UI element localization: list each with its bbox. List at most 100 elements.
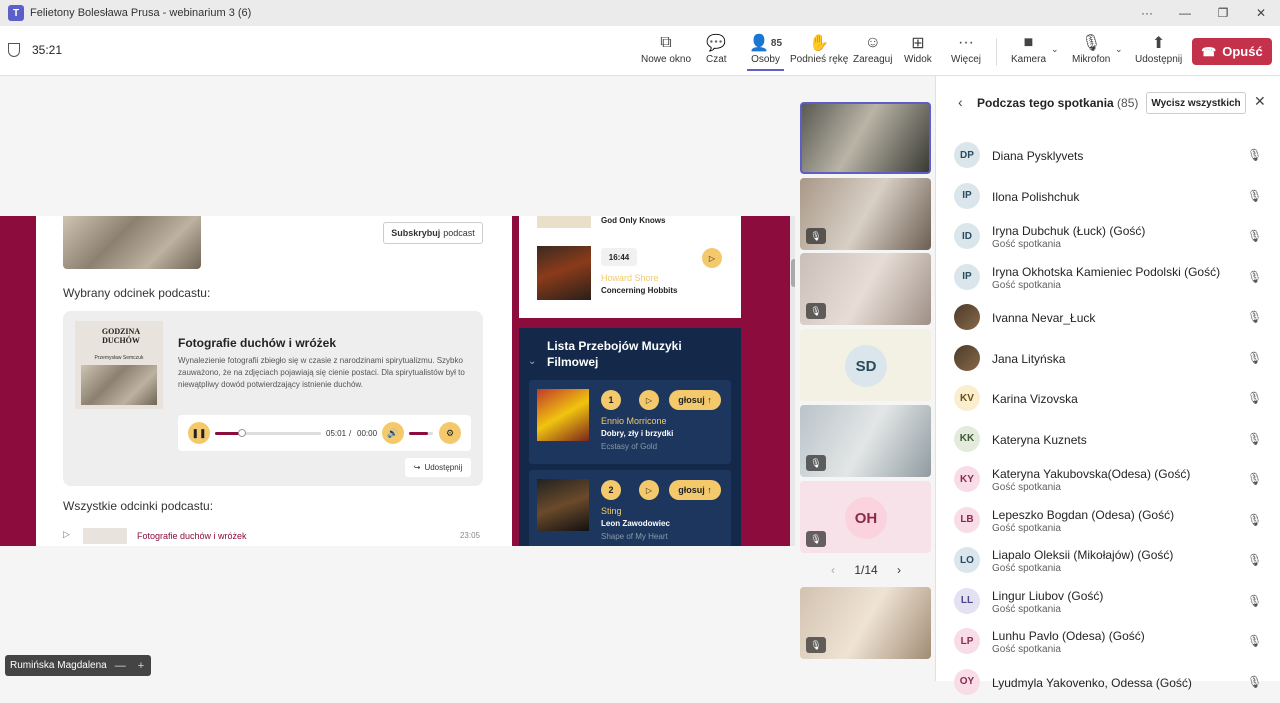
chat-label: Czat bbox=[706, 54, 727, 65]
share-arrow-icon: ↪ bbox=[413, 463, 421, 472]
chevron-left-icon[interactable]: ‹ bbox=[958, 94, 963, 110]
subscribe-button[interactable]: Subskrybuj podcast bbox=[383, 222, 483, 244]
avatar: LO bbox=[954, 547, 980, 573]
leave-button[interactable]: ☎ Opuść bbox=[1192, 38, 1272, 65]
mic-off-icon: 🎙 bbox=[1247, 188, 1263, 203]
participant-row[interactable]: OY Lyudmyla Yakovenko, Odessa (Gość) 🎙 bbox=[936, 663, 1280, 703]
participant-row[interactable]: ID Iryna Dubchuk (Łuck) (Gość) Gość spotka… bbox=[936, 217, 1280, 257]
new-window-button[interactable]: ⧉ Nowe okno bbox=[641, 32, 691, 65]
rank-badge: 1 bbox=[601, 390, 621, 410]
seek-bar[interactable] bbox=[215, 432, 321, 435]
seek-knob[interactable] bbox=[237, 429, 246, 437]
participant-row[interactable]: KK Kateryna Kuznets 🎙 bbox=[936, 420, 1280, 460]
participant-row[interactable]: Ivanna Nevar_Łuck 🎙 bbox=[936, 298, 1280, 338]
current-track-cover bbox=[537, 246, 591, 300]
window-title-bar: T Felietony Bolesława Prusa - webinarium… bbox=[0, 0, 1280, 26]
track-title: Concerning Hobbits bbox=[601, 286, 678, 295]
participant-name: Kateryna Kuznets bbox=[992, 432, 1087, 447]
play-icon[interactable]: ▷ bbox=[63, 529, 70, 540]
chart-song: Ecstasy of Gold bbox=[601, 442, 658, 451]
participant-row[interactable]: IP Ilona Polishchuk 🎙 bbox=[936, 177, 1280, 217]
participant-name: Diana Pysklyvets bbox=[992, 149, 1084, 163]
avatar: OH bbox=[845, 497, 887, 539]
participant-row[interactable]: LP Lunhu Pavlo (Odesa) (Gość) Gość spotkan… bbox=[936, 622, 1280, 662]
ellipsis-icon: ··· bbox=[958, 34, 974, 51]
gear-icon[interactable]: ⚙ bbox=[439, 422, 461, 444]
zoom-out-icon[interactable]: — bbox=[115, 660, 126, 672]
toolbar-divider bbox=[996, 38, 997, 66]
participant-row[interactable]: LO Liapalo Oleksii (Mikołajów) (Gość) Gość… bbox=[936, 541, 1280, 581]
play-icon[interactable]: ▷ bbox=[639, 390, 659, 410]
view-label: Widok bbox=[904, 54, 932, 65]
raise-hand-button[interactable]: ✋ Podnieś rękę bbox=[790, 32, 848, 65]
pause-icon[interactable]: ❚❚ bbox=[188, 422, 210, 444]
participant-row[interactable]: DP Diana Pysklyvets 🎙 bbox=[936, 136, 1280, 176]
participant-row[interactable]: LB Lepeszko Bogdan (Odesa) (Gość) Gość spo… bbox=[936, 501, 1280, 541]
volume-icon[interactable]: 🔊 bbox=[382, 422, 404, 444]
restore-icon[interactable]: ❐ bbox=[1204, 0, 1242, 26]
mic-off-icon: 🎙 bbox=[1247, 512, 1263, 527]
film-music-chart: ⌄ Lista Przebojów Muzyki Filmowej 1 ▷ gł… bbox=[519, 328, 741, 546]
list-item[interactable]: ▷ Fotografie duchów i wróżek 23:05 bbox=[63, 526, 483, 546]
presenter-name: Rumińska Magdalena bbox=[10, 660, 107, 671]
play-icon[interactable]: ▷ bbox=[702, 248, 722, 268]
chevron-left-icon[interactable]: ‹ bbox=[831, 563, 835, 577]
shared-screen[interactable]: Subskrybuj podcast Wybrany odcinek podcas… bbox=[0, 216, 790, 546]
share-screen-button[interactable]: ⬆ Udostępnij bbox=[1135, 32, 1182, 65]
react-label: Zareaguj bbox=[853, 54, 893, 65]
close-icon[interactable]: ✕ bbox=[1242, 0, 1280, 26]
mic-off-icon: 🎙 bbox=[1081, 35, 1102, 52]
track-artist: Howard Shore bbox=[601, 273, 659, 283]
close-icon[interactable]: ✕ bbox=[1254, 93, 1266, 110]
cover-author: Przemysław Semczuk bbox=[94, 355, 144, 361]
participant-row[interactable]: KV Karina Vizovska 🎙 bbox=[936, 379, 1280, 419]
mic-off-icon: 🎙 bbox=[1247, 431, 1263, 446]
vote-button[interactable]: głosuj ↑ bbox=[669, 480, 721, 500]
video-tile[interactable] bbox=[800, 102, 931, 174]
subscribe-bold: Subskrybuj bbox=[391, 228, 441, 238]
video-tile[interactable]: SD bbox=[800, 329, 931, 401]
view-button[interactable]: ⊞ Widok bbox=[904, 32, 932, 65]
zoom-in-icon[interactable]: + bbox=[138, 660, 144, 672]
avatar: KY bbox=[954, 466, 980, 492]
participant-name: Karina Vizovska bbox=[992, 392, 1078, 406]
video-tile[interactable]: OH 🎙 bbox=[800, 481, 931, 553]
mic-button[interactable]: 🎙 Mikrofon bbox=[1072, 32, 1110, 65]
video-tile[interactable]: 🎙 bbox=[800, 253, 931, 325]
cover-title: GODZINA DUCHÓW bbox=[101, 327, 141, 345]
grid-icon: ⊞ bbox=[911, 35, 925, 52]
video-tile[interactable]: 🎙 bbox=[800, 178, 931, 250]
chat-button[interactable]: 💬 Czat bbox=[706, 32, 727, 65]
chart-film: Leon Zawodowiec bbox=[601, 519, 670, 528]
more-button[interactable]: ··· Więcej bbox=[951, 32, 981, 65]
participant-row[interactable]: KY Kateryna Yakubovska(Odesa) (Gość) Gość … bbox=[936, 460, 1280, 500]
people-button[interactable]: 👤 85 Osoby bbox=[746, 32, 785, 71]
react-button[interactable]: ☺ Zareaguj bbox=[853, 32, 892, 65]
camera-options-chevron-icon[interactable]: ⌄ bbox=[1051, 44, 1059, 55]
avatar: KK bbox=[954, 425, 980, 452]
participant-row[interactable]: LL Lingur Liubov (Gość) Gość spotkania 🎙 bbox=[936, 582, 1280, 622]
presenter-label: Rumińska Magdalena — + bbox=[5, 655, 151, 676]
mute-all-button[interactable]: Wycisz wszystkich bbox=[1146, 92, 1246, 114]
self-video-tile[interactable]: 🎙 bbox=[800, 587, 931, 659]
minimize-icon[interactable]: — bbox=[1166, 0, 1204, 26]
leave-label: Opuść bbox=[1222, 44, 1263, 59]
episode-share-button[interactable]: ↪ Udostępnij bbox=[405, 458, 471, 477]
vote-button[interactable]: głosuj ↑ bbox=[669, 390, 721, 410]
video-tile[interactable]: 🎙 bbox=[800, 405, 931, 477]
participant-row[interactable]: IP Iryna Okhotska Kamieniec Podolski (Goś… bbox=[936, 258, 1280, 298]
volume-bar[interactable] bbox=[409, 432, 433, 435]
gallery-pager: ‹ 1/14 › bbox=[831, 563, 901, 577]
more-options-icon[interactable]: ··· bbox=[1128, 0, 1166, 26]
avatar: IP bbox=[954, 182, 980, 209]
mic-options-chevron-icon[interactable]: ⌄ bbox=[1115, 44, 1123, 55]
participant-row[interactable]: Jana Lityńska 🎙 bbox=[936, 339, 1280, 379]
share-screen-label: Udostępnij bbox=[1135, 54, 1183, 65]
smile-icon: ☺ bbox=[864, 34, 881, 51]
participant-role: Gość spotkania bbox=[992, 522, 1061, 534]
chevron-down-icon[interactable]: ⌄ bbox=[528, 356, 536, 367]
chevron-right-icon[interactable]: › bbox=[897, 563, 901, 577]
play-icon[interactable]: ▷ bbox=[639, 480, 659, 500]
camera-button[interactable]: ■ Kamera bbox=[1011, 32, 1046, 65]
chart-song: Shape of My Heart bbox=[601, 532, 668, 541]
